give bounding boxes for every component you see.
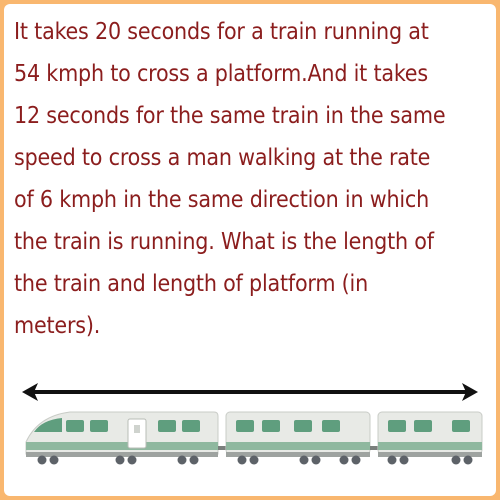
- question-line: the train and length of platform (in: [14, 271, 368, 297]
- question-card: It takes 20 seconds for a train running …: [4, 4, 496, 496]
- question-line: of 6 kmph in the same direction in which: [14, 187, 430, 213]
- question-line: 12 seconds for the same train in the sam…: [14, 103, 446, 129]
- double-headed-arrow: [22, 383, 478, 401]
- question-line: speed to cross a man walking at the rate: [14, 145, 431, 171]
- question-line: meters).: [14, 313, 101, 339]
- train-car-middle: [225, 411, 371, 465]
- train-illustration: [22, 383, 483, 465]
- train-icon: [25, 411, 483, 465]
- question-line: It takes 20 seconds for a train running …: [14, 19, 429, 45]
- train-car-rear: [377, 411, 483, 465]
- question-text: It takes 20 seconds for a train running …: [14, 11, 492, 347]
- question-line: the train is running. What is the length…: [14, 229, 434, 255]
- question-line: 54 kmph to cross a platform.And it takes: [14, 61, 428, 87]
- train-car-front: [25, 411, 219, 465]
